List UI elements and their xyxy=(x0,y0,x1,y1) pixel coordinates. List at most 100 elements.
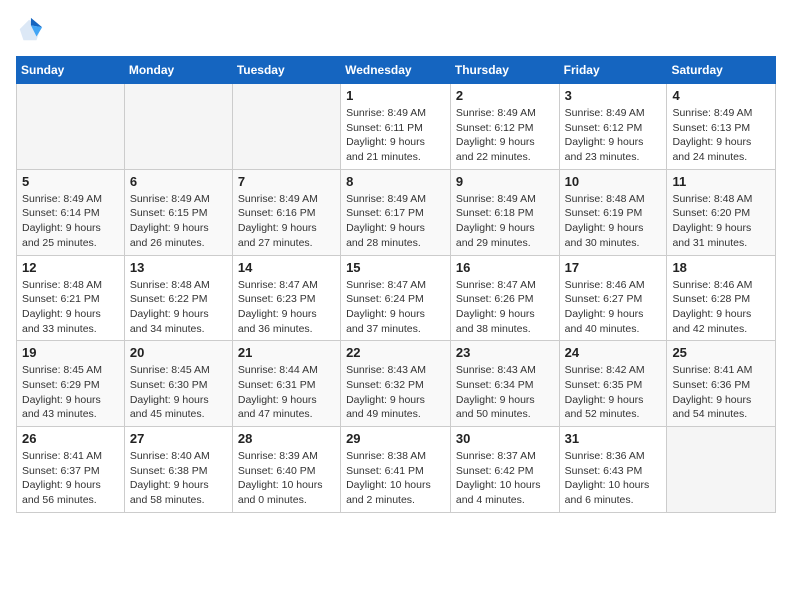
weekday-header-friday: Friday xyxy=(559,57,667,84)
weekday-header-row: SundayMondayTuesdayWednesdayThursdayFrid… xyxy=(17,57,776,84)
calendar-day-cell: 31Sunrise: 8:36 AM Sunset: 6:43 PM Dayli… xyxy=(559,427,667,513)
day-number: 30 xyxy=(456,431,554,446)
calendar-day-cell: 13 Sunrise: 8:48 AM Sunset: 6:22 PM Dayli… xyxy=(124,255,232,341)
calendar-day-cell: 9 Sunrise: 8:49 AM Sunset: 6:18 PM Daylig… xyxy=(450,169,559,255)
calendar-day-cell: 27 Sunrise: 8:40 AM Sunset: 6:38 PM Dayli… xyxy=(124,427,232,513)
day-info: Sunrise: 8:38 AM Sunset: 6:41 PM Dayligh… xyxy=(346,449,445,508)
calendar-day-cell: 4Sunrise: 8:49 AM Sunset: 6:13 PM Daylig… xyxy=(667,84,776,170)
day-number: 4 xyxy=(672,88,770,103)
calendar-day-cell: 26 Sunrise: 8:41 AM Sunset: 6:37 PM Dayli… xyxy=(17,427,125,513)
day-number: 5 xyxy=(22,174,119,189)
day-number: 6 xyxy=(130,174,227,189)
calendar-day-cell: 11Sunrise: 8:48 AM Sunset: 6:20 PM Dayli… xyxy=(667,169,776,255)
calendar-week-row: 12 Sunrise: 8:48 AM Sunset: 6:21 PM Dayli… xyxy=(17,255,776,341)
calendar-day-cell: 20 Sunrise: 8:45 AM Sunset: 6:30 PM Dayli… xyxy=(124,341,232,427)
day-number: 12 xyxy=(22,260,119,275)
calendar-day-cell: 10Sunrise: 8:48 AM Sunset: 6:19 PM Dayli… xyxy=(559,169,667,255)
day-info: Sunrise: 8:44 AM Sunset: 6:31 PM Dayligh… xyxy=(238,363,335,422)
day-number: 8 xyxy=(346,174,445,189)
day-info: Sunrise: 8:39 AM Sunset: 6:40 PM Dayligh… xyxy=(238,449,335,508)
day-info: Sunrise: 8:45 AM Sunset: 6:29 PM Dayligh… xyxy=(22,363,119,422)
calendar-day-cell: 14Sunrise: 8:47 AM Sunset: 6:23 PM Dayli… xyxy=(232,255,340,341)
day-info: Sunrise: 8:41 AM Sunset: 6:37 PM Dayligh… xyxy=(22,449,119,508)
day-info: Sunrise: 8:49 AM Sunset: 6:11 PM Dayligh… xyxy=(346,106,445,165)
day-info: Sunrise: 8:41 AM Sunset: 6:36 PM Dayligh… xyxy=(672,363,770,422)
day-number: 27 xyxy=(130,431,227,446)
calendar-day-cell: 5 Sunrise: 8:49 AM Sunset: 6:14 PM Daylig… xyxy=(17,169,125,255)
day-number: 23 xyxy=(456,345,554,360)
day-info: Sunrise: 8:49 AM Sunset: 6:16 PM Dayligh… xyxy=(238,192,335,251)
calendar-day-cell: 25 Sunrise: 8:41 AM Sunset: 6:36 PM Dayli… xyxy=(667,341,776,427)
day-info: Sunrise: 8:49 AM Sunset: 6:12 PM Dayligh… xyxy=(456,106,554,165)
logo-icon xyxy=(16,16,44,44)
day-info: Sunrise: 8:43 AM Sunset: 6:34 PM Dayligh… xyxy=(456,363,554,422)
calendar-day-cell: 29 Sunrise: 8:38 AM Sunset: 6:41 PM Dayli… xyxy=(341,427,451,513)
day-info: Sunrise: 8:46 AM Sunset: 6:28 PM Dayligh… xyxy=(672,278,770,337)
calendar-day-cell: 8Sunrise: 8:49 AM Sunset: 6:17 PM Daylig… xyxy=(341,169,451,255)
day-number: 7 xyxy=(238,174,335,189)
calendar-day-cell: 19 Sunrise: 8:45 AM Sunset: 6:29 PM Dayli… xyxy=(17,341,125,427)
day-number: 9 xyxy=(456,174,554,189)
day-info: Sunrise: 8:42 AM Sunset: 6:35 PM Dayligh… xyxy=(565,363,662,422)
calendar-day-cell: 17 Sunrise: 8:46 AM Sunset: 6:27 PM Dayli… xyxy=(559,255,667,341)
day-info: Sunrise: 8:37 AM Sunset: 6:42 PM Dayligh… xyxy=(456,449,554,508)
day-number: 1 xyxy=(346,88,445,103)
day-number: 26 xyxy=(22,431,119,446)
calendar-day-cell: 16 Sunrise: 8:47 AM Sunset: 6:26 PM Dayli… xyxy=(450,255,559,341)
day-info: Sunrise: 8:46 AM Sunset: 6:27 PM Dayligh… xyxy=(565,278,662,337)
day-number: 21 xyxy=(238,345,335,360)
day-number: 18 xyxy=(672,260,770,275)
weekday-header-sunday: Sunday xyxy=(17,57,125,84)
day-number: 29 xyxy=(346,431,445,446)
calendar-day-cell: 6 Sunrise: 8:49 AM Sunset: 6:15 PM Daylig… xyxy=(124,169,232,255)
day-info: Sunrise: 8:47 AM Sunset: 6:23 PM Dayligh… xyxy=(238,278,335,337)
day-number: 3 xyxy=(565,88,662,103)
calendar-day-cell: 28 Sunrise: 8:39 AM Sunset: 6:40 PM Dayli… xyxy=(232,427,340,513)
day-number: 17 xyxy=(565,260,662,275)
weekday-header-wednesday: Wednesday xyxy=(341,57,451,84)
calendar-day-cell: 12 Sunrise: 8:48 AM Sunset: 6:21 PM Dayli… xyxy=(17,255,125,341)
day-number: 10 xyxy=(565,174,662,189)
day-number: 22 xyxy=(346,345,445,360)
day-info: Sunrise: 8:49 AM Sunset: 6:14 PM Dayligh… xyxy=(22,192,119,251)
day-number: 20 xyxy=(130,345,227,360)
day-info: Sunrise: 8:45 AM Sunset: 6:30 PM Dayligh… xyxy=(130,363,227,422)
calendar-day-cell xyxy=(17,84,125,170)
day-info: Sunrise: 8:40 AM Sunset: 6:38 PM Dayligh… xyxy=(130,449,227,508)
day-number: 16 xyxy=(456,260,554,275)
day-number: 15 xyxy=(346,260,445,275)
calendar-day-cell: 18 Sunrise: 8:46 AM Sunset: 6:28 PM Dayli… xyxy=(667,255,776,341)
day-info: Sunrise: 8:47 AM Sunset: 6:26 PM Dayligh… xyxy=(456,278,554,337)
day-info: Sunrise: 8:49 AM Sunset: 6:15 PM Dayligh… xyxy=(130,192,227,251)
day-number: 25 xyxy=(672,345,770,360)
calendar-day-cell: 24 Sunrise: 8:42 AM Sunset: 6:35 PM Dayli… xyxy=(559,341,667,427)
calendar-table: SundayMondayTuesdayWednesdayThursdayFrid… xyxy=(16,56,776,513)
calendar-day-cell: 23 Sunrise: 8:43 AM Sunset: 6:34 PM Dayli… xyxy=(450,341,559,427)
page-header xyxy=(16,16,776,44)
weekday-header-saturday: Saturday xyxy=(667,57,776,84)
calendar-day-cell: 2 Sunrise: 8:49 AM Sunset: 6:12 PM Daylig… xyxy=(450,84,559,170)
day-info: Sunrise: 8:48 AM Sunset: 6:21 PM Dayligh… xyxy=(22,278,119,337)
day-info: Sunrise: 8:43 AM Sunset: 6:32 PM Dayligh… xyxy=(346,363,445,422)
day-info: Sunrise: 8:49 AM Sunset: 6:18 PM Dayligh… xyxy=(456,192,554,251)
day-number: 11 xyxy=(672,174,770,189)
day-number: 2 xyxy=(456,88,554,103)
calendar-day-cell: 30 Sunrise: 8:37 AM Sunset: 6:42 PM Dayli… xyxy=(450,427,559,513)
calendar-day-cell: 15Sunrise: 8:47 AM Sunset: 6:24 PM Dayli… xyxy=(341,255,451,341)
weekday-header-tuesday: Tuesday xyxy=(232,57,340,84)
logo xyxy=(16,16,48,44)
calendar-week-row: 1 Sunrise: 8:49 AM Sunset: 6:11 PM Daylig… xyxy=(17,84,776,170)
day-number: 28 xyxy=(238,431,335,446)
calendar-week-row: 5 Sunrise: 8:49 AM Sunset: 6:14 PM Daylig… xyxy=(17,169,776,255)
calendar-day-cell xyxy=(232,84,340,170)
calendar-day-cell xyxy=(667,427,776,513)
day-number: 13 xyxy=(130,260,227,275)
day-info: Sunrise: 8:48 AM Sunset: 6:22 PM Dayligh… xyxy=(130,278,227,337)
day-number: 31 xyxy=(565,431,662,446)
calendar-day-cell: 21 Sunrise: 8:44 AM Sunset: 6:31 PM Dayli… xyxy=(232,341,340,427)
day-number: 24 xyxy=(565,345,662,360)
calendar-day-cell: 3Sunrise: 8:49 AM Sunset: 6:12 PM Daylig… xyxy=(559,84,667,170)
calendar-day-cell xyxy=(124,84,232,170)
day-number: 19 xyxy=(22,345,119,360)
calendar-day-cell: 7 Sunrise: 8:49 AM Sunset: 6:16 PM Daylig… xyxy=(232,169,340,255)
